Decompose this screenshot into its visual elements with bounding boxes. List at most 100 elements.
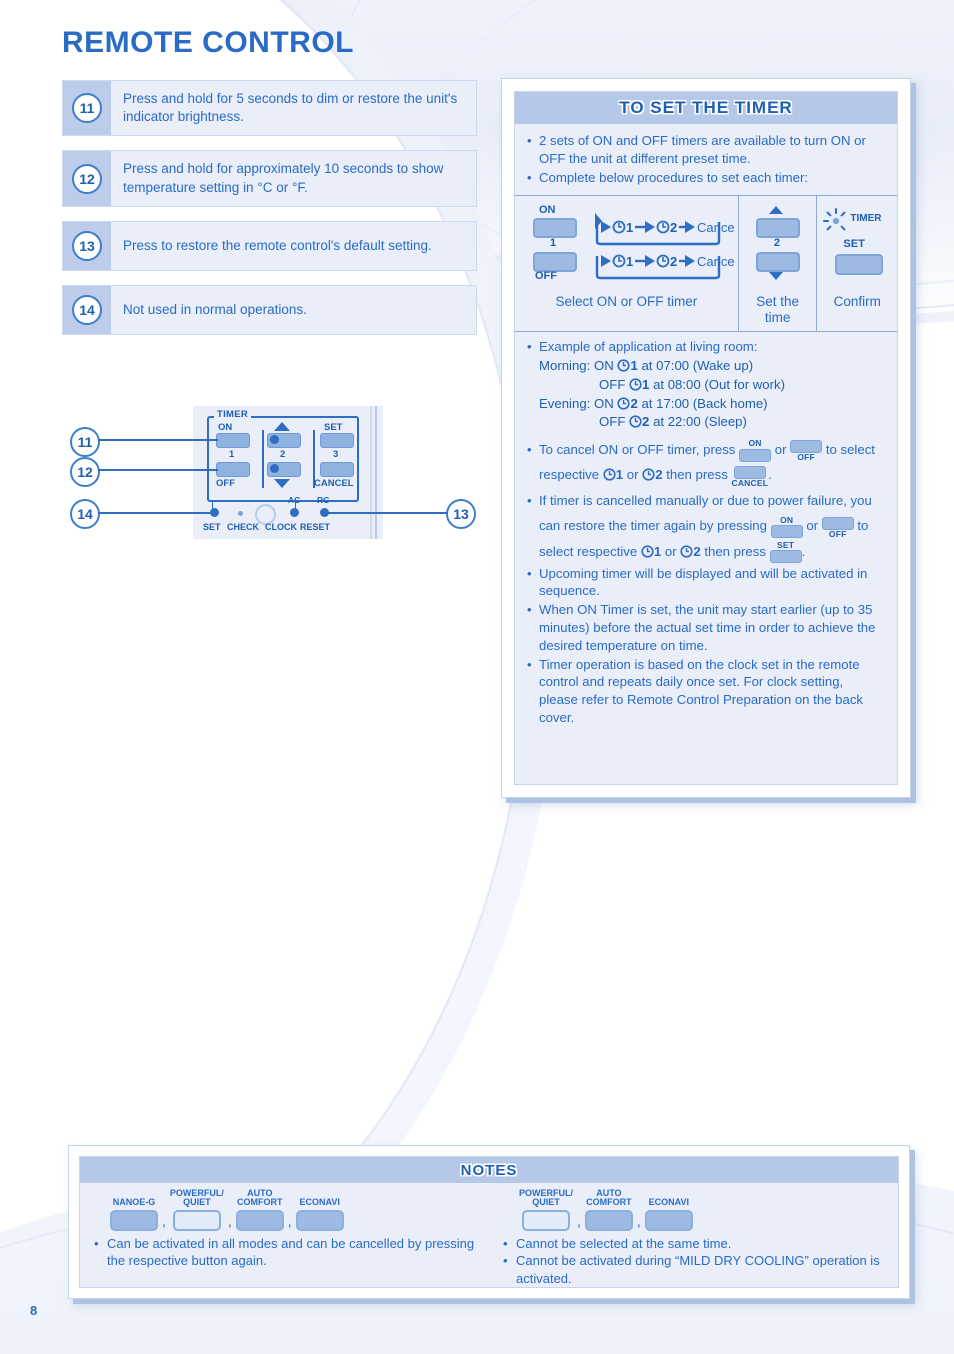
clock-icon [680,544,693,558]
cancel-note-bullet: • To cancel ON or OFF timer, press ON or… [527,437,885,487]
remote-button-set[interactable] [320,433,354,448]
restore-note-p1: If timer is cancelled manually or due to… [539,493,847,509]
notes-button-auto-comfort-right[interactable]: AUTO COMFORT [584,1188,633,1231]
inline-on-button-1[interactable] [739,448,772,462]
notes-button-label-econavi-left: ECONAVI [299,1197,340,1208]
remote-label-cancel: CANCEL [314,478,354,489]
inline-on-button-group-1[interactable]: ON [739,439,772,462]
inline-set-button[interactable] [769,550,802,564]
bullet-dot-icon: • [527,602,532,618]
notes-heading-text: NOTES [460,1161,518,1179]
remote-label-set-small: SET [203,522,221,532]
inline-cancel-caption: CANCEL [731,477,769,488]
procedure-off-button[interactable] [533,252,577,273]
procedure-column-settime: 2 Set the time [737,196,817,332]
procedure-caption-select: Select ON or OFF timer [555,294,698,310]
notes-button-graphic-auto-comfort-left[interactable] [235,1209,284,1231]
procedure-loop-diagram-2: 1 2 Cancel [595,254,735,280]
procedure-timer-label: TIMER [850,213,882,225]
remote-button-off[interactable] [216,462,250,477]
clock-icon [629,378,642,391]
callout-11: 11 [70,427,100,457]
procedure-set-button[interactable] [835,254,884,276]
remote-label-check: CHECK [227,522,260,532]
bullet-dot-icon: • [94,1235,99,1251]
timer-intro-bullet-2: • Complete below procedures to set each … [527,169,885,187]
remote-label-2: 2 [280,449,286,460]
notes-button-auto-comfort-left[interactable]: AUTO COMFORT [235,1188,284,1231]
timer-panel-intro: • 2 sets of ON and OFF timers are availa… [515,124,897,193]
remote-label-clock: CLOCK [265,522,297,532]
restore-note-text: If timer is cancelled manually or due to… [539,488,885,564]
remote-press-dot-up [270,435,279,444]
remote-arrow-down-icon [274,479,290,488]
notes-button-graphic-nanoe-g[interactable] [110,1209,158,1231]
instruction-badge-cell-14: 14 [63,286,111,335]
cancel-note-text: To cancel ON or OFF timer, press ON or O… [539,437,885,487]
inline-set-button-group[interactable]: SET [769,539,802,564]
instruction-number-13: 13 [72,230,102,261]
timer-group-label: TIMER [214,409,252,420]
instruction-list: 11 Press and hold for 5 seconds to dim o… [62,80,477,349]
timer-panel-inner: TO SET THE TIMER • 2 sets of ON and OFF … [514,91,898,785]
example-line-4-suffix: at 22:00 (Sleep) [653,414,747,430]
clock-icon [641,544,654,558]
svg-text:1: 1 [626,220,633,235]
remote-button-cancel[interactable] [320,462,354,477]
callout-leader-12 [98,469,218,471]
restore-note-or-1: or [806,518,819,534]
callout-12: 12 [70,457,100,487]
timer-bullet-1: • Upcoming timer will be displayed and w… [527,565,885,601]
inline-set-caption: SET [777,539,795,550]
example-line-3-prefix: Evening: ON [539,395,614,411]
notes-right-bullet-text-1: Cannot be selected at the same time. [516,1235,732,1251]
clock-icon [629,415,642,429]
procedure-on-button[interactable] [533,218,577,239]
example-line-4: OFF 2 at 22:00 (Sleep) [539,413,885,432]
clock-icon [617,397,631,410]
notes-button-graphic-powerful-quiet-right[interactable] [522,1209,570,1231]
inline-cancel-button-group[interactable]: CANCEL [731,465,768,488]
notes-button-label-auto-comfort-left: AUTO COMFORT [237,1188,283,1208]
procedure-caption-settime: Set the time [739,294,817,325]
notes-button-econavi-left[interactable]: ECONAVI [295,1197,344,1231]
inline-off-button-group-2[interactable]: OFF [821,516,854,539]
instruction-badge-cell-12: 12 [63,151,111,206]
notes-button-econavi-right[interactable]: ECONAVI [644,1197,693,1231]
inline-on-button-group-2[interactable]: ON [770,514,803,539]
instruction-row-12: 12 Press and hold for approximately 10 s… [62,150,477,207]
cancel-note-p4: then press [666,467,728,483]
inline-on-button-2[interactable] [770,525,803,539]
bullet-dot-icon: • [503,1253,508,1269]
inline-cancel-button[interactable] [733,465,766,479]
procedure-on-label: ON [539,204,556,217]
notes-panel-inner: NOTES NANOE-G , POWERFUL/ QUIET , AUTO C… [79,1156,899,1288]
inline-off-button-2[interactable] [821,516,854,530]
notes-button-powerful-quiet-left[interactable]: POWERFUL/ QUIET [170,1188,224,1231]
notes-button-graphic-powerful-quiet-left[interactable] [172,1209,221,1231]
notes-button-graphic-auto-comfort-right[interactable] [584,1209,633,1231]
remote-pinhole-ac-reset[interactable] [290,508,299,517]
remote-divider-1 [262,430,264,488]
notes-separator: , [162,1212,166,1229]
notes-button-graphic-econavi-right[interactable] [644,1209,693,1231]
timer-intro-text-1: 2 sets of ON and OFF timers are availabl… [539,133,866,166]
bullet-dot-icon: • [527,565,532,581]
notes-button-powerful-quiet-right[interactable]: POWERFUL/ QUIET [519,1188,573,1231]
bullet-dot-icon: • [527,442,532,458]
notes-button-graphic-econavi-left[interactable] [295,1209,344,1231]
notes-columns: NANOE-G , POWERFUL/ QUIET , AUTO COMFORT… [80,1183,898,1288]
remote-button-on[interactable] [216,433,250,448]
notes-button-nanoe-g[interactable]: NANOE-G [110,1197,158,1231]
inline-on-caption-2: ON [780,514,794,525]
cancel-note-clock2: 2 [655,467,663,483]
instruction-row-13: 13 Press to restore the remote control's… [62,220,477,272]
remote-pinhole-check[interactable] [238,511,243,516]
instruction-row-11: 11 Press and hold for 5 seconds to dim o… [62,80,477,137]
remote-arrow-up-icon [274,422,290,431]
procedure-down-button[interactable] [755,252,800,273]
inline-off-button-group-1[interactable]: OFF [790,439,823,462]
example-line-1: Morning: ON 1 at 07:00 (Wake up) [539,357,885,376]
procedure-up-button[interactable] [755,218,800,239]
timer-intro-bullet-1: • 2 sets of ON and OFF timers are availa… [527,132,885,168]
